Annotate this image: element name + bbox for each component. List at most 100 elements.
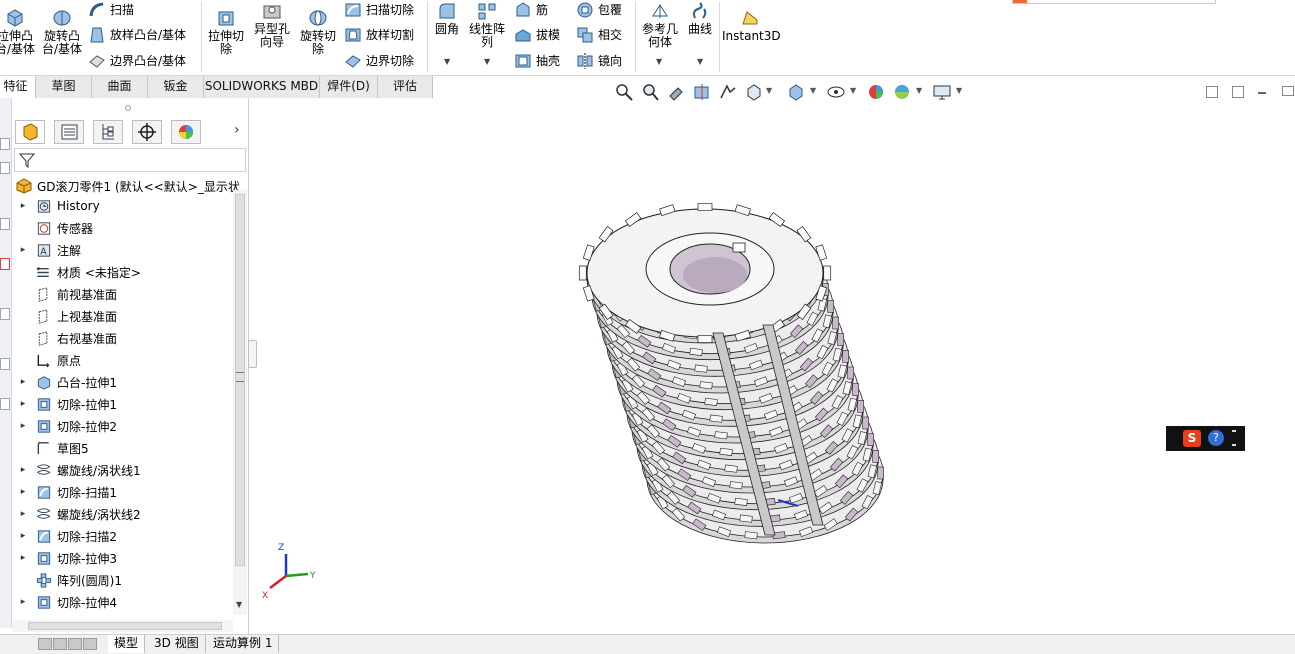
reference-geometry-button[interactable]: 参考几 何体 — [638, 1, 682, 49]
tree-item[interactable]: 材质 <未指定> — [12, 262, 141, 282]
display-style-icon[interactable] — [786, 82, 806, 102]
viewport-restore-icon[interactable] — [1206, 86, 1218, 98]
curves-dropdown[interactable]: ▼ — [697, 57, 703, 66]
boundary-cut-button[interactable]: 边界切除 — [344, 52, 414, 70]
lofted-cut-button[interactable]: 放样切割 — [344, 26, 414, 44]
hole-wizard-button[interactable]: 异型孔 向导 — [250, 1, 294, 49]
instant3d-button[interactable]: Instant3D — [722, 8, 781, 43]
viewport-maximize-icon[interactable] — [1282, 86, 1294, 96]
hide-show-dropdown[interactable]: ▼ — [850, 86, 856, 95]
strip-icon[interactable] — [0, 358, 10, 370]
expand-arrow-icon[interactable]: ▸ — [19, 421, 27, 431]
tab-model[interactable]: 模型 — [108, 635, 146, 653]
tree-item[interactable]: 右视基准面 — [12, 328, 117, 348]
revolve-boss-button[interactable]: 旋转凸 台/基体 — [40, 8, 84, 56]
tab-surfaces[interactable]: 曲面 — [92, 76, 148, 98]
tree-root-part[interactable]: GD滚刀零件1 (默认<<默认>_显示状 — [14, 176, 246, 196]
viewport-tile-icon[interactable] — [1232, 86, 1244, 98]
scrollbar-thumb[interactable] — [28, 622, 222, 630]
expand-arrow-icon[interactable]: ▸ — [19, 399, 27, 409]
tree-item[interactable]: 传感器 — [12, 218, 93, 238]
tab-mbd[interactable]: SOLIDWORKS MBD — [204, 76, 320, 98]
more-tabs-chevron-icon[interactable]: › — [234, 122, 240, 138]
sweep-button[interactable]: 扫描 — [88, 1, 134, 19]
tab-dimxpert-manager[interactable] — [132, 120, 162, 144]
revolve-cut-button[interactable]: 旋转切 除 — [296, 8, 340, 56]
loft-boss-button[interactable]: 放样凸台/基体 — [88, 26, 186, 44]
viewport-minimize-icon[interactable] — [1258, 92, 1266, 94]
dynamic-annotation-icon[interactable] — [718, 82, 738, 102]
previous-view-icon[interactable] — [666, 82, 686, 102]
shell-button[interactable]: 抽壳 — [514, 52, 560, 70]
linear-pattern-button[interactable]: 线性阵 列 — [466, 1, 508, 49]
next-tab-button[interactable] — [68, 638, 82, 650]
draft-button[interactable]: 拔模 — [514, 26, 560, 44]
expand-arrow-icon[interactable]: ▸ — [19, 245, 27, 255]
prev-tab-button[interactable] — [53, 638, 67, 650]
help-icon[interactable]: ? — [1208, 430, 1224, 446]
tree-item[interactable]: ▸ 切除-扫描1 — [12, 482, 117, 502]
view-orientation-dropdown[interactable]: ▼ — [766, 86, 772, 95]
strip-icon[interactable] — [0, 308, 10, 320]
linear-pattern-dropdown[interactable]: ▼ — [484, 57, 490, 66]
tree-vertical-scrollbar[interactable]: ▼ — [233, 190, 247, 615]
extrude-boss-button[interactable]: 拉伸凸 台/基体 — [0, 8, 36, 56]
tree-item[interactable]: ▸ 切除-拉伸2 — [12, 416, 117, 436]
swept-cut-button[interactable]: 扫描切除 — [344, 1, 414, 19]
splitter-grip[interactable] — [236, 372, 244, 382]
tree-item[interactable]: ▸ History — [12, 196, 100, 216]
ime-menu-icon[interactable] — [1232, 430, 1236, 446]
view-settings-dropdown[interactable]: ▼ — [956, 86, 962, 95]
zoom-to-area-icon[interactable] — [640, 82, 660, 102]
graphics-area[interactable]: Z Y X — [250, 98, 1295, 634]
sogou-logo-icon[interactable]: S — [1183, 430, 1201, 447]
tree-item[interactable]: 上视基准面 — [12, 306, 117, 326]
edit-appearance-icon[interactable] — [866, 82, 886, 102]
expand-arrow-icon[interactable]: ▸ — [19, 531, 27, 541]
wrap-button[interactable]: 包覆 — [576, 1, 622, 19]
tab-sheet-metal[interactable]: 钣金 — [148, 76, 204, 98]
tab-configuration-manager[interactable] — [93, 120, 123, 144]
strip-icon[interactable] — [0, 398, 10, 410]
extrude-cut-button[interactable]: 拉伸切 除 — [204, 8, 248, 56]
search-box-fragment[interactable] — [1012, 0, 1216, 4]
view-settings-icon[interactable] — [932, 82, 952, 102]
tree-item[interactable]: ▸ 切除-拉伸1 — [12, 394, 117, 414]
section-view-icon[interactable] — [692, 82, 712, 102]
fillet-button[interactable]: 圆角 — [430, 1, 464, 36]
tab-motion-study[interactable]: 运动算例 1 — [207, 635, 280, 653]
tab-evaluate[interactable]: 评估 — [378, 76, 433, 98]
curves-button[interactable]: 曲线 — [684, 1, 716, 36]
tree-filter[interactable] — [14, 148, 246, 172]
boundary-boss-button[interactable]: 边界凸台/基体 — [88, 52, 186, 70]
tree-item[interactable]: ▸ A 注解 — [12, 240, 81, 260]
expand-arrow-icon[interactable]: ▸ — [19, 201, 27, 211]
tab-weldments[interactable]: 焊件(D) — [320, 76, 378, 98]
expand-arrow-icon[interactable]: ▸ — [19, 597, 27, 607]
tab-features[interactable]: 特征 — [0, 76, 36, 98]
strip-icon[interactable] — [0, 218, 10, 230]
fillet-dropdown[interactable]: ▼ — [444, 57, 450, 66]
expand-arrow-icon[interactable]: ▸ — [19, 377, 27, 387]
tree-item[interactable]: ▸ 切除-拉伸4 — [12, 592, 117, 612]
apply-scene-dropdown[interactable]: ▼ — [916, 86, 922, 95]
expand-arrow-icon[interactable]: ▸ — [19, 487, 27, 497]
tree-item[interactable]: ▸ 凸台-拉伸1 — [12, 372, 117, 392]
apply-scene-icon[interactable] — [892, 82, 912, 102]
first-tab-button[interactable] — [38, 638, 52, 650]
tab-3d-views[interactable]: 3D 视图 — [148, 635, 206, 653]
zoom-to-fit-icon[interactable] — [614, 82, 634, 102]
tab-display-manager[interactable] — [171, 120, 201, 144]
tree-item[interactable]: 阵列(圆周)1 — [12, 570, 122, 590]
hide-show-items-icon[interactable] — [826, 82, 846, 102]
tree-item[interactable]: 前视基准面 — [12, 284, 117, 304]
tree-item[interactable]: ▸ 螺旋线/涡状线2 — [12, 504, 141, 524]
tab-property-manager[interactable] — [54, 120, 84, 144]
mirror-button[interactable]: 镜向 — [576, 52, 622, 70]
expand-arrow-icon[interactable]: ▸ — [19, 465, 27, 475]
strip-icon[interactable] — [0, 138, 10, 150]
strip-icon[interactable] — [0, 258, 10, 270]
last-tab-button[interactable] — [83, 638, 97, 650]
reference-geometry-dropdown[interactable]: ▼ — [656, 57, 662, 66]
tree-item[interactable]: 草图5 — [12, 438, 89, 458]
